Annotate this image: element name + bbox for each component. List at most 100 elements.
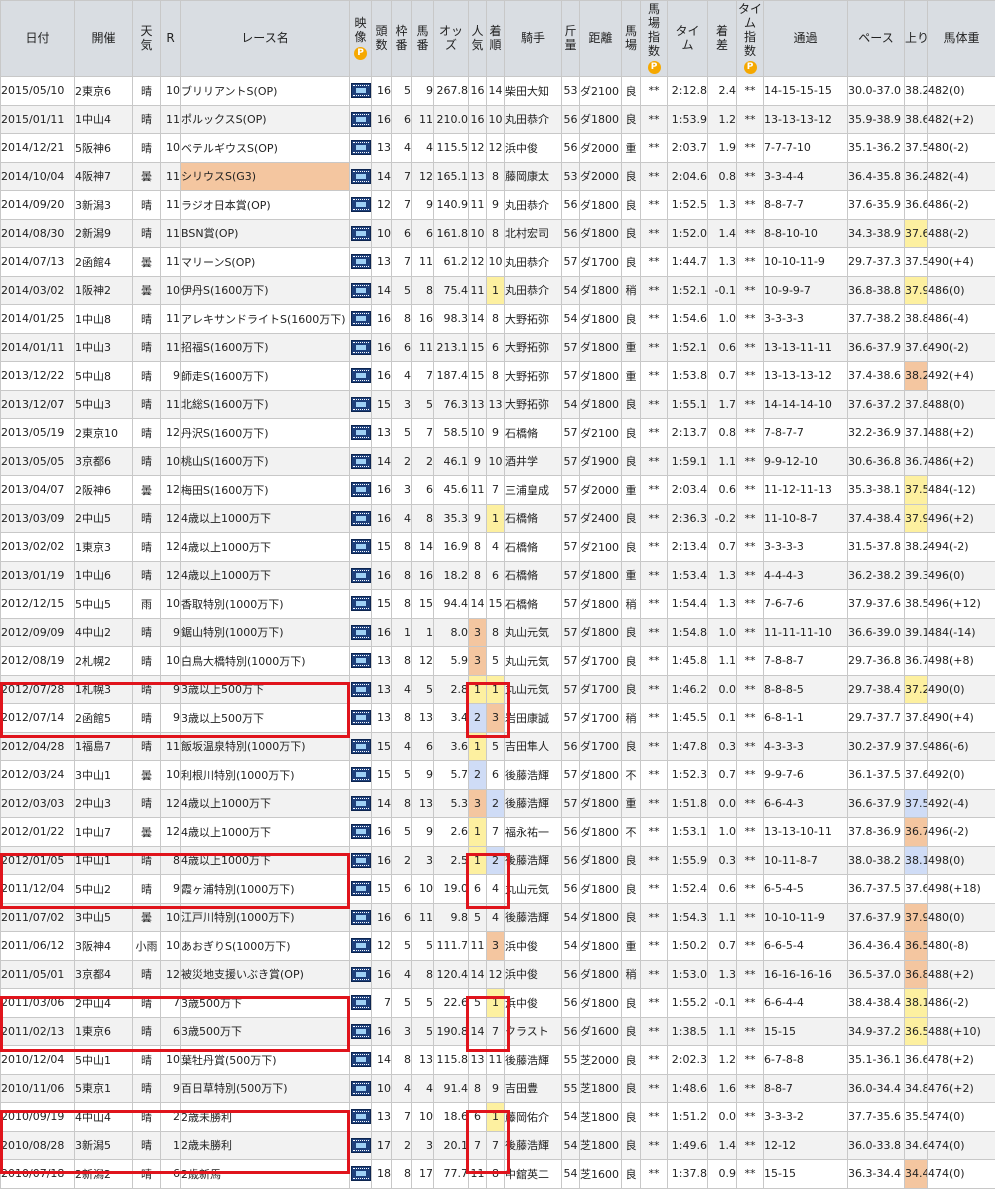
cell-venue[interactable]: 1中山8 (74, 304, 133, 334)
cell-date[interactable]: 2014/08/30 (0, 218, 75, 248)
cell-race-name[interactable]: ラジオ日本賞(OP) (180, 190, 350, 220)
video-icon[interactable] (350, 482, 371, 498)
cell-date[interactable]: 2013/04/07 (0, 475, 75, 505)
cell-date[interactable]: 2012/08/19 (0, 646, 75, 676)
video-icon[interactable] (350, 254, 371, 270)
cell-date[interactable]: 2010/07/18 (0, 1159, 75, 1189)
cell-video[interactable] (349, 161, 372, 191)
cell-race-name[interactable]: 丹沢S(1600万下) (180, 418, 350, 448)
cell-video[interactable] (349, 902, 372, 932)
video-icon[interactable] (350, 909, 371, 925)
cell-video[interactable] (349, 503, 372, 533)
cell-venue[interactable]: 1中山4 (74, 104, 133, 134)
cell-venue[interactable]: 2函館5 (74, 703, 133, 733)
cell-venue[interactable]: 5中山8 (74, 361, 133, 391)
cell-race-name[interactable]: 3歳以上500万下 (180, 674, 350, 704)
video-icon[interactable] (350, 738, 371, 754)
cell-jockey[interactable]: 丸田恭介 (504, 275, 562, 305)
video-icon[interactable] (350, 767, 371, 783)
cell-venue[interactable]: 2東京10 (74, 418, 133, 448)
video-icon[interactable] (350, 1109, 371, 1125)
cell-date[interactable]: 2010/12/04 (0, 1045, 75, 1075)
cell-date[interactable]: 2010/08/28 (0, 1130, 75, 1160)
cell-video[interactable] (349, 1016, 372, 1046)
cell-venue[interactable]: 1中山7 (74, 817, 133, 847)
video-icon[interactable] (350, 624, 371, 640)
cell-race-name[interactable]: ポルックスS(OP) (180, 104, 350, 134)
cell-jockey[interactable]: 藤岡康太 (504, 161, 562, 191)
cell-jockey[interactable]: 石橋脩 (504, 503, 562, 533)
cell-jockey[interactable]: 吉田隼人 (504, 731, 562, 761)
cell-race-name[interactable]: ブリリアントS(OP) (180, 76, 350, 106)
cell-video[interactable] (349, 104, 372, 134)
cell-video[interactable] (349, 247, 372, 277)
cell-video[interactable] (349, 845, 372, 875)
cell-jockey[interactable]: 後藤浩輝 (504, 845, 562, 875)
cell-jockey[interactable]: 丸山元気 (504, 874, 562, 904)
cell-venue[interactable]: 1札幌3 (74, 674, 133, 704)
cell-jockey[interactable]: 福永祐一 (504, 817, 562, 847)
cell-date[interactable]: 2014/01/25 (0, 304, 75, 334)
video-icon[interactable] (350, 368, 371, 384)
cell-date[interactable]: 2015/01/11 (0, 104, 75, 134)
cell-jockey[interactable]: 石橋脩 (504, 560, 562, 590)
video-icon[interactable] (350, 795, 371, 811)
cell-race-name[interactable]: 葉牡丹賞(500万下) (180, 1045, 350, 1075)
cell-venue[interactable]: 1東京6 (74, 1016, 133, 1046)
cell-race-name[interactable]: 4歳以上1000万下 (180, 817, 350, 847)
cell-video[interactable] (349, 931, 372, 961)
cell-video[interactable] (349, 304, 372, 334)
cell-jockey[interactable]: 石橋脩 (504, 418, 562, 448)
cell-venue[interactable]: 5東京1 (74, 1073, 133, 1103)
cell-video[interactable] (349, 1045, 372, 1075)
cell-video[interactable] (349, 532, 372, 562)
video-icon[interactable] (350, 824, 371, 840)
cell-race-name[interactable]: 白鳥大橋特別(1000万下) (180, 646, 350, 676)
cell-race-name[interactable]: アレキサンドライトS(1600万下) (180, 304, 350, 334)
cell-date[interactable]: 2013/03/09 (0, 503, 75, 533)
cell-race-name[interactable]: 飯坂温泉特別(1000万下) (180, 731, 350, 761)
cell-race-name[interactable]: 鋸山特別(1000万下) (180, 617, 350, 647)
cell-race-name[interactable]: マリーンS(OP) (180, 247, 350, 277)
video-icon[interactable] (350, 710, 371, 726)
cell-venue[interactable]: 1中山6 (74, 560, 133, 590)
cell-date[interactable]: 2012/03/03 (0, 788, 75, 818)
video-icon[interactable] (350, 881, 371, 897)
cell-date[interactable]: 2011/12/04 (0, 874, 75, 904)
cell-jockey[interactable]: 浜中俊 (504, 931, 562, 961)
cell-venue[interactable]: 4中山4 (74, 1102, 133, 1132)
cell-jockey[interactable]: 三浦皇成 (504, 475, 562, 505)
cell-jockey[interactable]: 岩田康誠 (504, 703, 562, 733)
cell-jockey[interactable]: 後藤浩輝 (504, 760, 562, 790)
video-icon[interactable] (350, 1166, 371, 1182)
cell-race-name[interactable]: 4歳以上1000万下 (180, 788, 350, 818)
video-icon[interactable] (350, 510, 371, 526)
cell-video[interactable] (349, 1130, 372, 1160)
cell-jockey[interactable]: 後藤浩輝 (504, 1045, 562, 1075)
cell-date[interactable]: 2012/07/28 (0, 674, 75, 704)
cell-jockey[interactable]: 大野拓弥 (504, 332, 562, 362)
cell-race-name[interactable]: 百日草特別(500万下) (180, 1073, 350, 1103)
cell-video[interactable] (349, 646, 372, 676)
cell-date[interactable]: 2012/12/15 (0, 589, 75, 619)
cell-jockey[interactable]: 丸山元気 (504, 646, 562, 676)
cell-jockey[interactable]: 後藤浩輝 (504, 902, 562, 932)
video-icon[interactable] (350, 995, 371, 1011)
cell-venue[interactable]: 2函館4 (74, 247, 133, 277)
video-icon[interactable] (350, 396, 371, 412)
video-icon[interactable] (350, 453, 371, 469)
cell-date[interactable]: 2013/05/19 (0, 418, 75, 448)
cell-date[interactable]: 2014/07/13 (0, 247, 75, 277)
cell-video[interactable] (349, 988, 372, 1018)
cell-jockey[interactable]: 浜中俊 (504, 988, 562, 1018)
cell-race-name[interactable]: 桃山S(1600万下) (180, 446, 350, 476)
cell-race-name[interactable]: 被災地支援いぶき賞(OP) (180, 959, 350, 989)
video-icon[interactable] (350, 1023, 371, 1039)
cell-date[interactable]: 2012/07/14 (0, 703, 75, 733)
cell-video[interactable] (349, 361, 372, 391)
cell-jockey[interactable]: 石橋脩 (504, 532, 562, 562)
cell-video[interactable] (349, 674, 372, 704)
cell-venue[interactable]: 3新潟5 (74, 1130, 133, 1160)
cell-video[interactable] (349, 959, 372, 989)
cell-jockey[interactable]: 吉田豊 (504, 1073, 562, 1103)
